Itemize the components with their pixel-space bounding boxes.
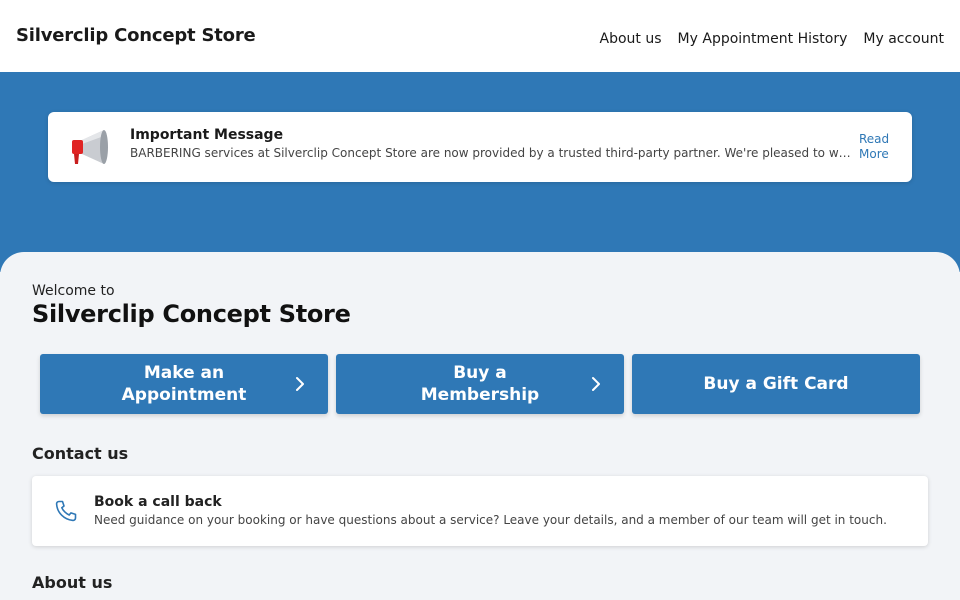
nav-about-us[interactable]: About us <box>600 31 662 47</box>
message-text: BARBERING services at Silverclip Concept… <box>130 146 858 160</box>
make-appointment-button[interactable]: Make an Appointment <box>40 354 328 414</box>
nav-my-account[interactable]: My account <box>863 31 944 47</box>
message-title: Important Message <box>130 127 284 143</box>
buy-gift-card-button[interactable]: Buy a Gift Card <box>632 354 920 414</box>
brand-name[interactable]: Silverclip Concept Store <box>16 25 256 46</box>
phone-icon <box>55 500 77 522</box>
welcome-intro: Welcome to <box>32 283 115 299</box>
important-message-card: Important Message BARBERING services at … <box>48 112 912 182</box>
book-callback-card[interactable]: Book a call back Need guidance on your b… <box>32 476 928 546</box>
contact-heading: Contact us <box>32 444 129 463</box>
chevron-right-icon <box>592 377 600 391</box>
main-nav: About us My Appointment History My accou… <box>600 31 944 47</box>
store-title: Silverclip Concept Store <box>32 300 351 328</box>
chevron-right-icon <box>296 377 304 391</box>
make-appointment-label: Make an Appointment <box>121 363 247 405</box>
callback-description: Need guidance on your booking or have qu… <box>94 513 887 527</box>
read-more-link[interactable]: Read More <box>859 132 899 162</box>
main-panel: Welcome to Silverclip Concept Store Make… <box>0 252 960 600</box>
nav-appointment-history[interactable]: My Appointment History <box>678 31 848 47</box>
megaphone-icon <box>72 130 108 164</box>
callback-title: Book a call back <box>94 494 222 510</box>
buy-gift-card-label: Buy a Gift Card <box>703 374 849 394</box>
buy-membership-button[interactable]: Buy a Membership <box>336 354 624 414</box>
top-bar: Silverclip Concept Store About us My App… <box>0 0 960 72</box>
about-heading: About us <box>32 573 113 592</box>
buy-membership-label: Buy a Membership <box>420 363 540 405</box>
